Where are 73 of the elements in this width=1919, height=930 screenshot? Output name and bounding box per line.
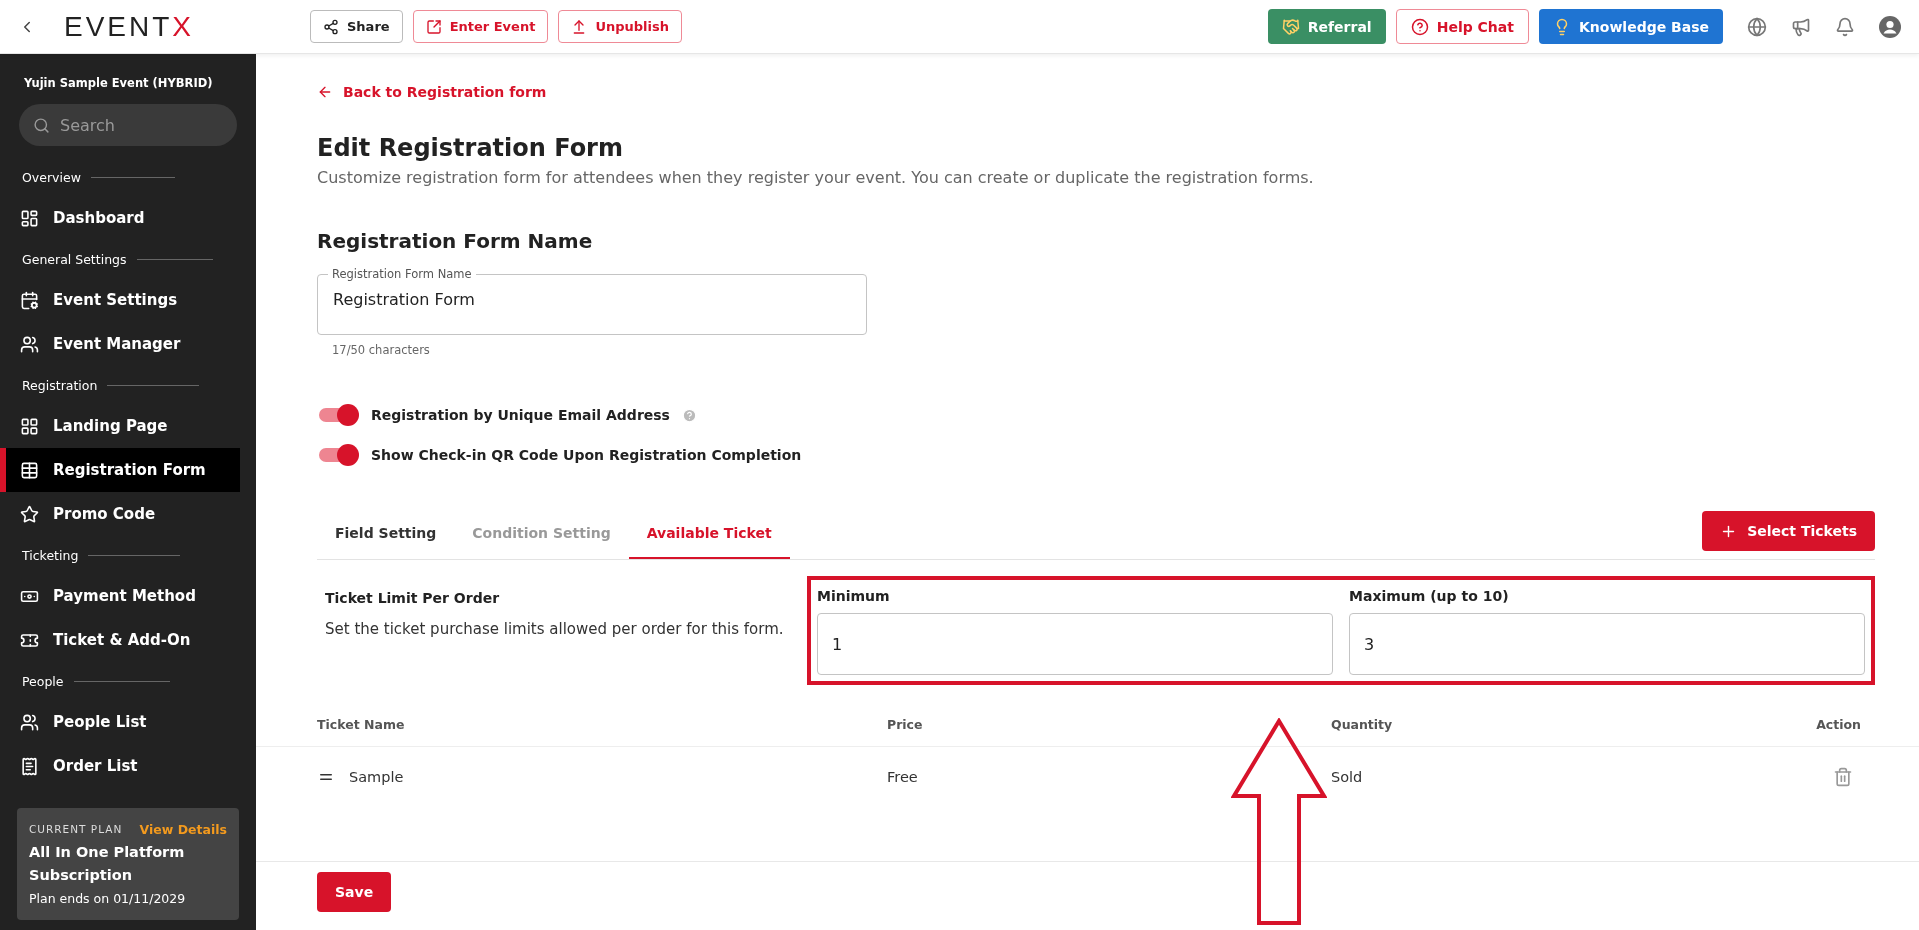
bell-icon[interactable]: [1835, 16, 1855, 37]
sidebar-item[interactable]: Registration Form: [0, 448, 240, 492]
external-link-icon: [425, 18, 442, 35]
column-header: Action: [1815, 716, 1862, 734]
column-header: Ticket Name: [317, 716, 406, 734]
search-field[interactable]: Search: [19, 104, 237, 146]
save-button[interactable]: Save: [317, 872, 392, 912]
globe-icon[interactable]: [1747, 16, 1767, 37]
toggle-label: Registration by Unique Email Address: [371, 407, 670, 423]
arrow-left-icon: [317, 84, 333, 100]
megaphone-icon[interactable]: [1791, 16, 1811, 37]
column-header: Price: [887, 716, 924, 734]
avatar-icon[interactable]: [1879, 15, 1901, 38]
select-tickets-button[interactable]: Select Tickets: [1702, 511, 1875, 551]
share-icon: [323, 18, 339, 35]
people-icon: [20, 334, 39, 354]
field-label: Maximum (up to 10): [1349, 588, 1510, 604]
limit-title: Ticket Limit Per Order: [325, 590, 501, 606]
section-label: People: [22, 673, 64, 689]
people-icon: [20, 712, 39, 732]
plan-name: All In One Platform Subscription: [29, 842, 186, 885]
referral-button[interactable]: Referral: [1267, 9, 1386, 44]
section-label: Registration: [22, 377, 98, 393]
number-field[interactable]: 1: [817, 613, 1333, 675]
enter-event-button[interactable]: Enter Event: [412, 10, 549, 43]
sidebar-item[interactable]: People List: [0, 700, 240, 744]
logo: EVENTX: [64, 10, 196, 43]
back-link[interactable]: Back to Registration form: [317, 84, 547, 100]
trash-icon[interactable]: [1833, 767, 1853, 787]
character-counter: 17/50 characters: [332, 343, 431, 357]
number-field[interactable]: 3: [1349, 613, 1865, 675]
sidebar-item[interactable]: Order List: [0, 744, 240, 788]
section-label: Ticketing: [22, 547, 79, 563]
sidebar-item[interactable]: Event Manager: [0, 322, 240, 366]
sidebar-item[interactable]: Event Settings: [0, 278, 240, 322]
toggle-label: Show Check-in QR Code Upon Registration Completion: [371, 447, 802, 463]
search-icon: [33, 116, 50, 134]
unpublish-button[interactable]: Unpublish: [558, 10, 682, 43]
plan-caption: CURRENT PLAN: [29, 823, 123, 836]
field-label: Registration Form Name: [331, 267, 473, 281]
view-details-link[interactable]: View Details: [139, 821, 227, 837]
section-label: Overview: [22, 169, 81, 185]
knowledge-base-button[interactable]: Knowledge Base: [1538, 9, 1723, 44]
sidebar-item[interactable]: Promo Code: [0, 492, 240, 536]
help-icon: [1410, 17, 1429, 36]
calendar-gear-icon: [20, 290, 39, 310]
table-cell: Sample: [349, 769, 404, 785]
page-title: Edit Registration Form: [317, 134, 624, 162]
sidebar-item[interactable]: Ticket & Add-On: [0, 618, 240, 662]
sidebar-item[interactable]: Payment Method: [0, 574, 240, 618]
table-icon: [20, 460, 39, 480]
handshake-icon: [1281, 17, 1300, 36]
tab[interactable]: Available Ticket: [628, 525, 790, 559]
sidebar-item[interactable]: Landing Page: [0, 404, 240, 448]
form-name-field[interactable]: Registration Form Name Registration Form: [317, 267, 867, 335]
receipt-icon: [20, 756, 39, 776]
table-cell-text: Sold: [1331, 768, 1364, 787]
star-icon: [20, 504, 39, 524]
sidebar-item[interactable]: Dashboard: [0, 196, 240, 240]
section-heading: Registration Form Name: [317, 229, 594, 253]
section-label: General Settings: [22, 251, 127, 267]
table-cell-text: Free: [887, 768, 919, 787]
limit-description: Set the ticket purchase limits allowed per order for this form.: [325, 619, 785, 640]
tab[interactable]: Field Setting: [317, 525, 455, 559]
grid-icon: [20, 416, 39, 436]
share-button[interactable]: Share: [310, 10, 403, 43]
plan-end-date: Plan ends on 01/11/2029: [29, 891, 187, 906]
event-title: Yujin Sample Event (HYBRID): [23, 76, 214, 90]
field-label: Minimum: [817, 588, 891, 604]
page-description: Customize registration form for attendees when they register your event. You can create or duplicate the registration forms.: [317, 168, 1315, 187]
help-chat-button[interactable]: Help Chat: [1395, 9, 1529, 44]
dashboard-icon: [20, 208, 39, 228]
column-header: Quantity: [1331, 716, 1394, 734]
